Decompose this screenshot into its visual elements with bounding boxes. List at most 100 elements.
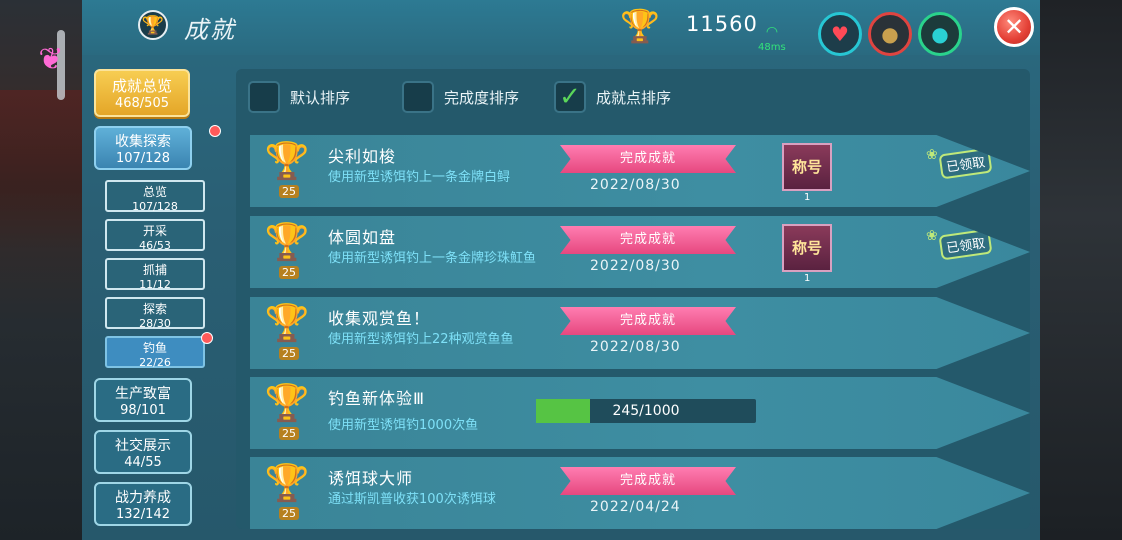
- nav-sub-label: 开采: [142, 224, 167, 238]
- nav-category-power[interactable]: 战力养成 132/142: [94, 482, 192, 526]
- nav-category-collect-explore[interactable]: 收集探索 107/128: [94, 126, 192, 170]
- health-heart-icon[interactable]: ♥: [818, 12, 862, 56]
- nav-sub-label: 钓鱼: [142, 341, 167, 355]
- achievement-desc: 通过斯凯普收获100次诱饵球: [328, 492, 496, 507]
- completed-ribbon: 完成成就: [560, 145, 736, 173]
- achievement-points: 25: [279, 507, 299, 520]
- nav-sub-label: 探索: [142, 302, 167, 316]
- nav-sub-mining[interactable]: 开采 46/53: [105, 219, 205, 252]
- achievement-points: 25: [279, 427, 299, 440]
- trophy-icon: 🏆 25: [264, 222, 310, 279]
- achievement-row[interactable]: 🏆 25 体圆如盘 使用新型诱饵钓上一条金牌珍珠魟鱼 完成成就 2022/08/…: [250, 216, 1030, 288]
- sort-label: 成就点排序: [596, 88, 672, 107]
- nav-sub-count: 11/12: [139, 278, 171, 291]
- notification-dot: [201, 332, 213, 344]
- nav-sub-fishing[interactable]: 钓鱼 22/26: [105, 336, 205, 369]
- nav-achievement-overview[interactable]: 成就总览 468/505: [94, 69, 190, 117]
- achievement-desc: 使用新型诱饵钓上22种观赏鱼鱼: [328, 332, 514, 347]
- nav-category-count: 44/55: [124, 455, 162, 470]
- notification-dot: [209, 125, 221, 137]
- sort-completion[interactable]: 完成度排序: [402, 80, 519, 114]
- reward-count: 1: [804, 273, 811, 284]
- progress-bar: 245/1000: [536, 399, 756, 423]
- nav-sub-count: 107/128: [132, 200, 178, 213]
- achievement-points: 25: [279, 266, 299, 279]
- title-reward-icon[interactable]: 称号: [782, 224, 832, 272]
- nav-sub-label: 抓捕: [142, 263, 167, 277]
- achievement-row[interactable]: 🏆 25 诱饵球大师 通过斯凯普收获100次诱饵球 完成成就 2022/04/2…: [250, 457, 1030, 529]
- achievement-desc: 使用新型诱饵钓上一条金牌白鲟: [328, 170, 511, 185]
- completed-ribbon: 完成成就: [560, 307, 736, 335]
- sort-bar: 默认排序 完成度排序 ✓ 成就点排序: [236, 69, 1030, 121]
- sort-default[interactable]: 默认排序: [248, 80, 350, 114]
- claimed-stamp: 已领取: [938, 147, 993, 180]
- completion-date: 2022/08/30: [590, 258, 681, 274]
- sort-points[interactable]: ✓ 成就点排序: [554, 80, 671, 114]
- wing-icon[interactable]: ❦: [34, 40, 68, 80]
- achievement-title: 尖利如梭: [328, 147, 397, 166]
- trophy-icon: 🏆 25: [264, 463, 310, 520]
- achievement-title: 钓鱼新体验Ⅲ: [328, 389, 426, 408]
- nav-sub-label: 总览: [142, 185, 167, 199]
- trophy-icon: 🏆 25: [264, 303, 310, 360]
- cup-icon: 🏆: [620, 7, 660, 45]
- nav-category-count: 107/128: [115, 151, 170, 166]
- game-background-right: [1040, 0, 1122, 540]
- completion-date: 2022/08/30: [590, 339, 681, 355]
- achievement-desc: 使用新型诱饵钓上一条金牌珍珠魟鱼: [328, 251, 537, 266]
- ping-text: 48ms: [758, 42, 786, 53]
- nav-sub-count: 22/26: [139, 356, 171, 369]
- completed-ribbon: 完成成就: [560, 467, 736, 495]
- achievement-list: 默认排序 完成度排序 ✓ 成就点排序 🏆 25 尖利如梭 使用新型诱饵钓上一条金…: [236, 69, 1030, 529]
- game-background-detail: [0, 90, 82, 250]
- progress-text: 245/1000: [612, 403, 680, 419]
- nav-category-count: 132/142: [115, 507, 170, 522]
- nav-category-label: 生产致富: [115, 386, 171, 402]
- trophy-icon: 🏆 25: [264, 383, 310, 440]
- claimed-stamp: 已领取: [938, 228, 993, 261]
- nav-sub-capture[interactable]: 抓捕 11/12: [105, 258, 205, 291]
- completion-date: 2022/08/30: [590, 177, 681, 193]
- nav-sub-overview[interactable]: 总览 107/128: [105, 180, 205, 213]
- completion-date: 2022/04/24: [590, 499, 681, 515]
- completed-ribbon: 完成成就: [560, 226, 736, 254]
- nav-sub-count: 46/53: [139, 239, 171, 252]
- nav-sub-count: 28/30: [139, 317, 171, 330]
- checkbox[interactable]: [402, 81, 434, 113]
- sort-label: 完成度排序: [444, 88, 520, 107]
- achievement-points: 25: [279, 347, 299, 360]
- nav-category-production[interactable]: 生产致富 98/101: [94, 378, 192, 422]
- claimed-stamp-icon: ❀: [926, 147, 938, 163]
- water-drop-icon[interactable]: ●: [918, 12, 962, 56]
- achievement-row[interactable]: 🏆 25 尖利如梭 使用新型诱饵钓上一条金牌白鲟 完成成就 2022/08/30…: [250, 135, 1030, 207]
- achievement-title: 体圆如盘: [328, 228, 397, 247]
- nav-sub-explore[interactable]: 探索 28/30: [105, 297, 205, 330]
- nav-main-label: 成就总览: [111, 77, 172, 95]
- nav-category-label: 战力养成: [115, 490, 171, 506]
- game-background-left: [0, 0, 82, 540]
- close-button[interactable]: ✕: [994, 7, 1034, 47]
- trophy-icon: 🏆 25: [264, 141, 310, 198]
- title-reward-icon[interactable]: 称号: [782, 143, 832, 191]
- achievement-title: 诱饵球大师: [328, 469, 414, 488]
- achievement-row[interactable]: 🏆 25 钓鱼新体验Ⅲ 使用新型诱饵钓1000次鱼 245/1000: [250, 377, 1030, 449]
- nav-main-count: 468/505: [114, 96, 169, 111]
- nav-category-count: 98/101: [120, 403, 166, 418]
- achievement-row[interactable]: 🏆 25 收集观赏鱼！ 使用新型诱饵钓上22种观赏鱼鱼 完成成就 2022/08…: [250, 297, 1030, 369]
- claimed-stamp-icon: ❀: [926, 228, 938, 244]
- signal-icon: ◠: [765, 24, 779, 40]
- checkbox-checked[interactable]: ✓: [554, 81, 586, 113]
- achievement-panel: 🏆 成就 🏆 11560 ◠ 48ms ♥ ● ● ✕ 成就总览 468/505…: [82, 0, 1040, 540]
- achievement-title: 收集观赏鱼！: [328, 309, 431, 328]
- reward-count: 1: [804, 192, 811, 203]
- nav-category-label: 收集探索: [115, 134, 171, 150]
- panel-header: 🏆 成就 🏆 11560 ◠ 48ms ♥ ● ● ✕: [82, 0, 1040, 56]
- trophy-icon: 🏆: [138, 10, 168, 40]
- achievement-points: 25: [279, 185, 299, 198]
- page-title: 成就: [184, 16, 236, 44]
- hunger-icon[interactable]: ●: [868, 12, 912, 56]
- sort-label: 默认排序: [290, 88, 351, 107]
- nav-category-social[interactable]: 社交展示 44/55: [94, 430, 192, 474]
- checkbox[interactable]: [248, 81, 280, 113]
- score-value: 11560: [686, 12, 758, 36]
